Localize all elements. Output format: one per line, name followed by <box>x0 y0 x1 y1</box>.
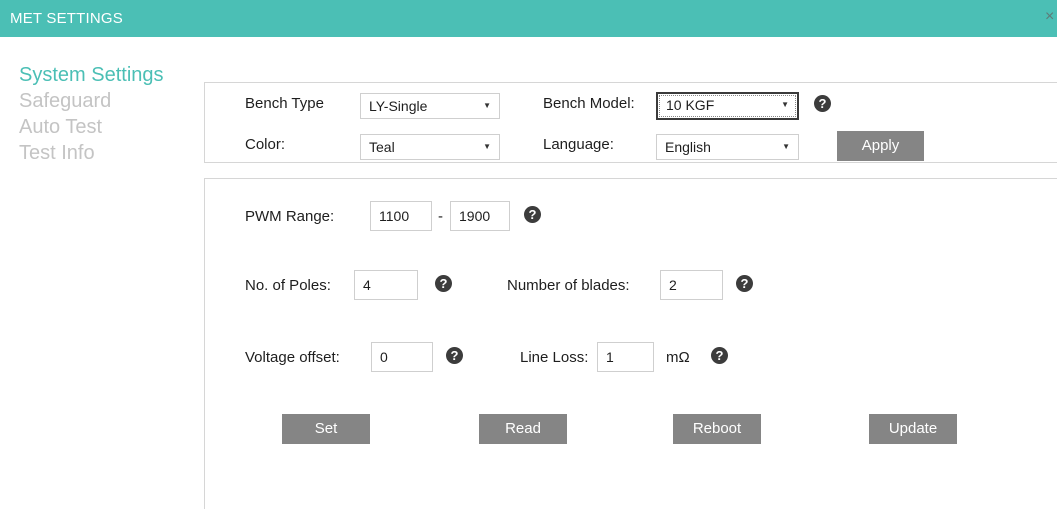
line-loss-label: Line Loss: <box>520 349 589 366</box>
language-value: English <box>665 139 711 155</box>
pwm-range-separator: - <box>438 208 443 225</box>
color-label: Color: <box>245 136 286 153</box>
line-loss-unit: mΩ <box>666 349 690 366</box>
poles-help-icon[interactable]: ? <box>435 275 452 292</box>
voltage-offset-label: Voltage offset: <box>245 349 340 366</box>
bench-model-help-icon[interactable]: ? <box>814 95 831 112</box>
bench-type-label: Bench Type <box>245 95 324 112</box>
blades-input[interactable] <box>660 270 723 300</box>
chevron-down-icon: ▼ <box>483 142 491 151</box>
title-bar: MET SETTINGS × <box>0 0 1057 37</box>
voltage-offset-help-icon[interactable]: ? <box>446 347 463 364</box>
line-loss-input[interactable] <box>597 342 654 372</box>
window-title: MET SETTINGS <box>10 10 123 27</box>
sidebar-item-system-settings[interactable]: System Settings <box>19 62 164 88</box>
sidebar-nav: System Settings Safeguard Auto Test Test… <box>19 62 164 166</box>
chevron-down-icon: ▼ <box>781 100 789 109</box>
voltage-offset-input[interactable] <box>371 342 433 372</box>
close-icon[interactable]: × <box>1045 8 1054 26</box>
blades-help-icon[interactable]: ? <box>736 275 753 292</box>
bench-type-value: LY-Single <box>369 98 428 114</box>
sidebar-item-test-info[interactable]: Test Info <box>19 140 164 166</box>
chevron-down-icon: ▼ <box>483 101 491 110</box>
reboot-button[interactable]: Reboot <box>673 414 761 444</box>
color-value: Teal <box>369 139 395 155</box>
bench-model-label: Bench Model: <box>543 95 635 112</box>
pwm-max-input[interactable] <box>450 201 510 231</box>
pwm-range-help-icon[interactable]: ? <box>524 206 541 223</box>
line-loss-help-icon[interactable]: ? <box>711 347 728 364</box>
color-select[interactable]: Teal ▼ <box>360 134 500 160</box>
sidebar-item-auto-test[interactable]: Auto Test <box>19 114 164 140</box>
poles-input[interactable] <box>354 270 418 300</box>
sidebar-item-safeguard[interactable]: Safeguard <box>19 88 164 114</box>
bench-model-value: 10 KGF <box>666 97 715 113</box>
update-button[interactable]: Update <box>869 414 957 444</box>
set-button[interactable]: Set <box>282 414 370 444</box>
chevron-down-icon: ▼ <box>782 142 790 151</box>
read-button[interactable]: Read <box>479 414 567 444</box>
blades-label: Number of blades: <box>507 277 630 294</box>
language-label: Language: <box>543 136 614 153</box>
bench-type-select[interactable]: LY-Single ▼ <box>360 93 500 119</box>
pwm-min-input[interactable] <box>370 201 432 231</box>
language-select[interactable]: English ▼ <box>656 134 799 160</box>
bench-model-select[interactable]: 10 KGF ▼ <box>656 92 799 120</box>
pwm-range-label: PWM Range: <box>245 208 335 225</box>
apply-button[interactable]: Apply <box>837 131 924 161</box>
poles-label: No. of Poles: <box>245 277 331 294</box>
